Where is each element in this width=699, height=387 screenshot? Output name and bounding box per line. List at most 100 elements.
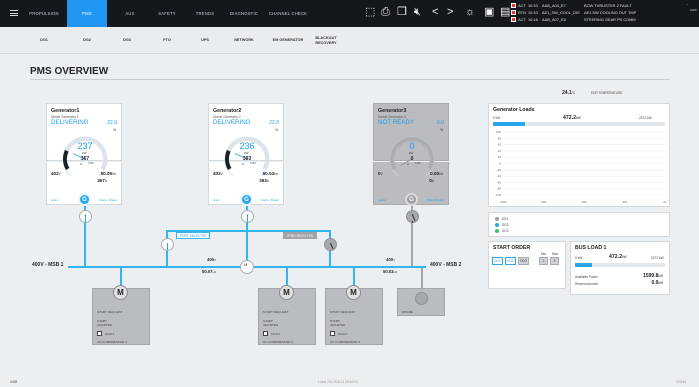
screen-icon[interactable]: ▤	[500, 7, 510, 18]
bus-load-value: 472.2kW	[609, 254, 627, 260]
tab-trends[interactable]: TRENDS	[185, 0, 225, 27]
generator-frequency: 50.05Hz	[100, 171, 116, 176]
consumer-card[interactable]: M START REQUEST START GRANTED FAULT AC C…	[325, 285, 383, 345]
tab-safety[interactable]: SAFETY	[147, 0, 187, 27]
subtab-pto[interactable]: PTO	[147, 27, 187, 54]
msb1-label: 400V - MSB 1	[32, 262, 64, 268]
generator-icon[interactable]: G	[78, 193, 91, 206]
chart-y-tick: -60	[497, 180, 502, 184]
start-order-min-button[interactable]: 2	[539, 257, 548, 265]
start-order-max-button[interactable]: 3	[550, 257, 559, 265]
fault-checkbox[interactable]	[97, 331, 102, 336]
generator-percent: 22.6	[107, 120, 117, 126]
stbd-selector-breaker[interactable]	[324, 238, 337, 251]
consumer-card[interactable]: M START REQUEST START GRANTED FAULT AC C…	[92, 285, 150, 345]
motor-icon: M	[346, 285, 361, 300]
gauge-power-value: 236	[239, 141, 255, 151]
generator-loads-chart: 100 80 60 40 20 0 -20 -40 -60 -80 -100 -120s -90s -60…	[495, 130, 667, 204]
legend-dg2: DG2	[502, 223, 509, 227]
copy-icon[interactable]: ❐	[397, 7, 407, 18]
chart-y-tick: 80	[498, 136, 502, 140]
start-order-max-label: Max.	[552, 252, 559, 256]
generator-droop: Comp. Droop	[260, 198, 279, 202]
chart-y-tick: -80	[497, 187, 502, 191]
fault-checkbox[interactable]	[330, 331, 335, 336]
alarm-list[interactable]: ACT 10:33 AAB_A04_E7 BOW THRUSTER 2 FAUL…	[511, 2, 686, 25]
tab-diagnostic[interactable]: DIAGNOSTIC	[224, 0, 264, 27]
generator-name: Generator3	[378, 108, 407, 114]
subtab-ups[interactable]: UPS	[185, 27, 225, 54]
hamburger-menu-icon[interactable]	[10, 10, 18, 16]
consumer-card[interactable]: M START REQUEST START GRANTED FAULT AC C…	[258, 285, 316, 345]
generator-breaker[interactable]	[79, 210, 92, 223]
available-power-value: 1599.8kW	[643, 273, 663, 279]
title-divider	[30, 79, 670, 80]
bus-load-bar-fill	[575, 263, 593, 267]
start-order-title: START ORDER	[493, 245, 531, 251]
shore-breaker[interactable]	[415, 292, 428, 305]
generator-name: Generator1	[51, 108, 80, 114]
mute-icon[interactable]: 🔇︎	[414, 7, 421, 18]
temperature-readout: 24.1°C	[562, 90, 576, 96]
gauge-current-unit: A	[80, 162, 83, 166]
start-order-dg1-button[interactable]: DG1	[492, 257, 503, 265]
generator-frequency: 0.00Hz	[430, 171, 443, 176]
alarm-indicator-icon	[511, 2, 516, 8]
start-granted-label: START GRANTED	[330, 319, 346, 327]
bus-tie-breaker[interactable]: M	[240, 260, 254, 274]
gauge-max: 1050	[88, 162, 94, 165]
display-icon[interactable]: ▣	[484, 7, 494, 18]
subtab-dg1[interactable]: DG1	[24, 27, 64, 54]
start-request-label: START REQUEST	[97, 310, 123, 314]
subtab-dg2[interactable]: DG2	[67, 27, 107, 54]
consumer-name: AC COMPRESSOR 1	[97, 340, 128, 344]
alarm-row[interactable]: ACT 10:16 AAB_A07_E6 STEERING GEAR PS CO…	[511, 16, 687, 22]
start-order-dg3-button[interactable]: DG3	[518, 257, 529, 265]
subtab-em-generator[interactable]: EM GENERATOR	[264, 27, 312, 54]
screen-select-icon[interactable]: ⬚	[365, 7, 375, 18]
fault-label: FAULT	[271, 332, 281, 336]
alarm-row[interactable]: RTN 10:33 AE1_SW_COOL_DIS AE1 SW COOLING…	[511, 9, 687, 15]
print-icon[interactable]: ⎙	[381, 7, 390, 18]
subtab-blackout-recovery[interactable]: BLACKOUT RECOVERY	[310, 27, 342, 54]
start-granted-label: START GRANTED	[263, 319, 279, 327]
alarm-scroll-up-icon[interactable]: ˆ	[687, 3, 688, 8]
shore-connection[interactable]: SHORE	[397, 288, 445, 316]
generator-breaker[interactable]	[241, 210, 254, 223]
back-arrow-icon[interactable]: <	[432, 7, 438, 18]
generator-breaker[interactable]	[406, 210, 419, 223]
tab-aux[interactable]: AUX	[110, 0, 150, 27]
brightness-icon[interactable]: ☼	[465, 7, 475, 18]
tab-pms[interactable]: PMS	[67, 0, 107, 27]
chart-x-tick: 0s	[663, 200, 667, 204]
consumer-name: AC COMPRESSOR 3	[330, 340, 361, 344]
tab-channel-check[interactable]: CHANNEL CHECK	[264, 0, 312, 27]
alarm-time: 10:16	[528, 16, 538, 22]
generator-icon[interactable]: G	[240, 193, 253, 206]
stbd-selected-tag: STBD SELECTED	[283, 232, 318, 239]
chart-x-tick: -120s	[499, 200, 507, 204]
chart-y-tick: 100	[496, 130, 501, 134]
msb2-voltage: 400V	[386, 257, 396, 262]
alarm-text: AE1 SW COOLING OUT TMP	[584, 9, 637, 15]
forward-arrow-icon[interactable]: >	[447, 7, 453, 18]
start-order-dg2-button[interactable]: DG2	[505, 257, 516, 265]
msb1-frequency: 50.07Hz	[202, 269, 217, 274]
alarm-tag: AE1_SW_COOL_DIS	[542, 9, 580, 15]
alarm-row[interactable]: ACT 10:33 AAB_A04_E7 BOW THRUSTER 2 FAUL…	[511, 2, 687, 8]
subtab-dg3[interactable]: DG3	[107, 27, 147, 54]
tab-propulsion[interactable]: PROPULSION	[24, 0, 64, 27]
fault-checkbox[interactable]	[263, 331, 268, 336]
msb2-busbar	[256, 266, 426, 268]
alarm-status: ACT	[518, 2, 526, 8]
gauge-power-value: 237	[77, 141, 93, 151]
chart-y-tick: 60	[498, 143, 502, 147]
legend-dg3-icon	[495, 229, 499, 233]
subtab-network[interactable]: NETWORK	[224, 27, 264, 54]
footer-logo: ABB	[10, 380, 18, 384]
generator-state: DELIVERING	[213, 119, 251, 126]
generator-icon[interactable]: G	[405, 193, 418, 206]
start-order-panel: START ORDER Min. Max.	[488, 241, 566, 289]
reserved-power-value: 0.0kW	[651, 280, 663, 286]
port-selector-breaker[interactable]	[161, 238, 174, 251]
